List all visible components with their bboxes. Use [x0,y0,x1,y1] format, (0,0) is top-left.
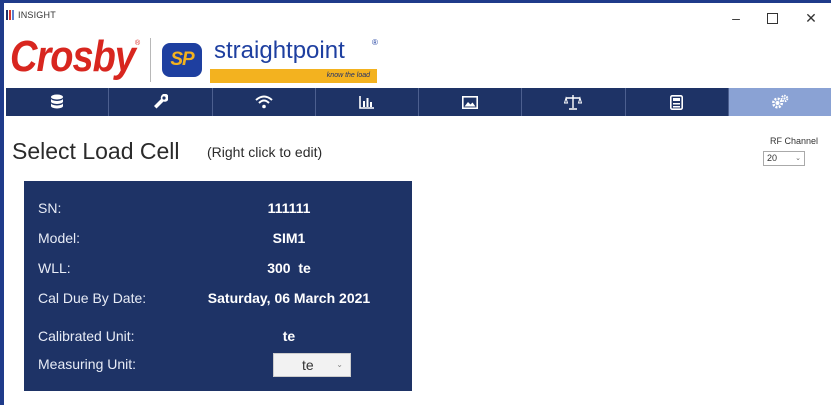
wrench-icon [154,94,169,109]
main-nav [6,88,831,116]
app-title: INSIGHT [18,10,56,20]
model-row: Model: SIM1 [24,228,412,250]
calculator-icon [670,94,684,110]
crosby-logo: Crosby [10,32,136,82]
chevron-down-icon: ⌄ [795,155,801,162]
sn-label: SN: [38,200,62,216]
window-frame-left [0,0,4,405]
measuring-unit-label: Measuring Unit: [38,356,137,372]
model-value: SIM1 [272,230,306,246]
gears-icon [771,94,789,109]
window-frame-top [0,0,831,3]
nav-calculator[interactable] [626,88,729,116]
nav-chart[interactable] [316,88,419,116]
minimize-button[interactable]: – [722,8,750,28]
straightpoint-tagline: know the load [326,72,370,79]
calibrated-unit-label: Calibrated Unit: [38,328,135,344]
nav-wireless[interactable] [213,88,316,116]
measuring-unit-row: Measuring Unit: te ⌄ [24,353,412,377]
nav-image[interactable] [419,88,523,116]
sp-badge-text: SP [170,49,194,70]
image-icon [462,95,479,109]
calibrated-unit-value: te [282,328,296,344]
wll-row: WLL: 300 te [24,258,412,280]
database-icon [51,94,64,109]
crosby-registered-mark: ® [135,40,141,47]
chevron-down-icon: ⌄ [336,360,343,369]
cal-due-label: Cal Due By Date: [38,290,147,306]
rf-channel-value: 20 [767,153,778,163]
close-button[interactable]: ✕ [797,8,825,28]
cal-due-row: Cal Due By Date: Saturday, 06 March 2021 [24,288,412,310]
nav-scale[interactable] [522,88,626,116]
sn-value: 111111 [267,200,311,216]
wifi-icon [254,95,273,109]
measuring-unit-value: te [302,357,314,373]
rf-channel-select[interactable]: 20 ⌄ [763,151,805,166]
page-hint: (Right click to edit) [207,144,323,160]
wll-value: 300 te [267,260,311,276]
calibrated-unit-row: Calibrated Unit: te [24,326,412,348]
sn-row: SN: 111111 [24,198,412,220]
measuring-unit-select[interactable]: te ⌄ [273,353,351,377]
rf-channel-label: RF Channel [770,136,819,146]
cal-due-value: Saturday, 06 March 2021 [207,290,371,306]
straightpoint-badge: SP [162,43,202,77]
nav-database[interactable] [6,88,110,116]
chart-icon [359,96,374,109]
logo-divider [150,38,151,82]
wll-label: WLL: [38,260,71,276]
maximize-icon [766,12,778,24]
scale-icon [564,95,583,110]
title-bar: INSIGHT [6,6,56,24]
straightpoint-logo: straightpoint [214,37,345,64]
load-cell-card[interactable]: SN: 111111 Model: SIM1 WLL: 300 te Cal D… [24,181,412,391]
straightpoint-registered-mark: ® [372,38,378,47]
model-label: Model: [38,230,81,246]
nav-settings[interactable] [728,88,831,116]
maximize-button[interactable] [758,8,786,28]
app-icon [6,10,15,20]
page-title: Select Load Cell [12,138,180,164]
nav-tools[interactable] [109,88,213,116]
